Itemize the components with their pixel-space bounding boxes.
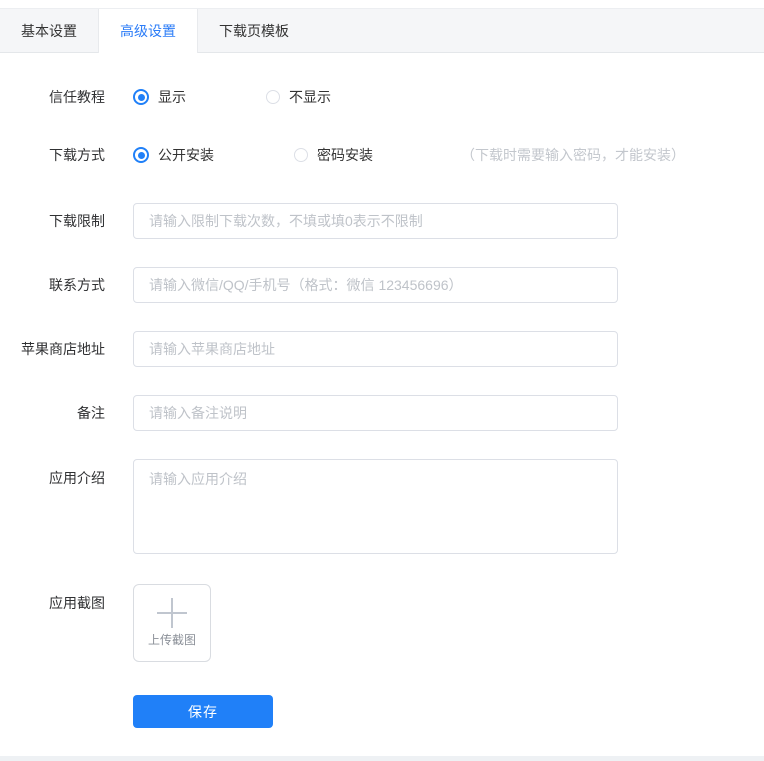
radio-password-install-label: 密码安装 — [317, 147, 373, 163]
upload-screenshot-button[interactable]: 上传截图 — [133, 584, 211, 662]
bottom-divider — [0, 756, 764, 761]
radio-public-install[interactable]: 公开安装 — [133, 145, 214, 165]
password-install-note: （下载时需要输入密码，才能安装） — [461, 147, 685, 163]
app-screenshot-row: 应用截图 上传截图 — [0, 584, 764, 662]
download-method-row: 下载方式 公开安装 密码安装 （下载时需要输入密码，才能安装） — [0, 145, 764, 165]
advanced-settings-form: 信任教程 显示 不显示 下载方式 公开安装 密码安装 （下载时需要输入密码，才能… — [0, 53, 764, 728]
radio-unselected-icon[interactable] — [294, 148, 308, 162]
appstore-url-row: 苹果商店地址 — [0, 331, 764, 367]
remark-input[interactable] — [133, 395, 618, 431]
tab-basic-settings[interactable]: 基本设置 — [0, 9, 98, 52]
remark-row: 备注 — [0, 395, 764, 431]
download-method-label: 下载方式 — [49, 147, 105, 163]
radio-unselected-icon[interactable] — [266, 90, 280, 104]
trust-tutorial-options: 显示 不显示 — [133, 87, 331, 107]
tab-download-page-template[interactable]: 下载页模板 — [198, 9, 310, 52]
trust-tutorial-label: 信任教程 — [49, 89, 105, 105]
radio-hide-label: 不显示 — [289, 89, 331, 105]
upload-screenshot-text: 上传截图 — [147, 633, 196, 647]
radio-show[interactable]: 显示 — [133, 87, 186, 107]
radio-public-install-label: 公开安装 — [158, 147, 214, 163]
appstore-url-label: 苹果商店地址 — [21, 341, 105, 357]
settings-tab-bar: 基本设置 高级设置 下载页模板 — [0, 8, 764, 53]
radio-password-install[interactable]: 密码安装 — [294, 145, 373, 165]
plus-icon — [157, 598, 187, 628]
advanced-settings-page: 基本设置 高级设置 下载页模板 信任教程 显示 不显示 下载方式 公开安装 密码… — [0, 8, 764, 761]
app-intro-label: 应用介绍 — [49, 470, 105, 486]
download-method-options: 公开安装 密码安装 （下载时需要输入密码，才能安装） — [133, 145, 685, 165]
radio-show-label: 显示 — [158, 89, 186, 105]
download-limit-input[interactable] — [133, 203, 618, 239]
app-intro-textarea[interactable] — [133, 459, 618, 554]
appstore-url-input[interactable] — [133, 331, 618, 367]
app-intro-row: 应用介绍 — [0, 459, 764, 554]
save-button[interactable]: 保存 — [133, 695, 273, 728]
trust-tutorial-row: 信任教程 显示 不显示 — [0, 87, 764, 107]
download-limit-row: 下载限制 — [0, 203, 764, 239]
radio-selected-icon[interactable] — [133, 147, 149, 163]
contact-row: 联系方式 — [0, 267, 764, 303]
radio-selected-icon[interactable] — [133, 89, 149, 105]
radio-hide[interactable]: 不显示 — [266, 87, 331, 107]
tab-advanced-settings[interactable]: 高级设置 — [98, 9, 198, 53]
download-limit-label: 下载限制 — [49, 213, 105, 229]
remark-label: 备注 — [77, 405, 105, 421]
contact-input[interactable] — [133, 267, 618, 303]
app-screenshot-label: 应用截图 — [49, 595, 105, 611]
contact-label: 联系方式 — [49, 277, 105, 293]
save-row: 保存 — [0, 695, 764, 728]
